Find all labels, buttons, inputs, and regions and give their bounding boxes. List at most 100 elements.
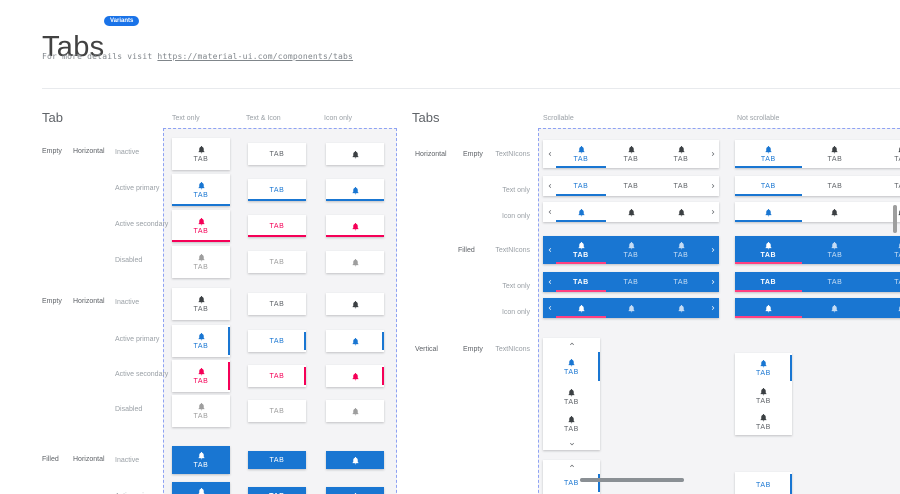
tab[interactable]	[802, 202, 869, 222]
tab[interactable]: TAB	[735, 409, 792, 435]
tab[interactable]	[735, 298, 802, 318]
tab[interactable]: TAB	[172, 138, 230, 170]
scroll-right-button[interactable]	[706, 298, 719, 318]
tab[interactable]: TAB	[543, 350, 600, 383]
tab[interactable]: TAB	[248, 487, 306, 494]
tab[interactable]: TAB	[606, 176, 656, 196]
tab[interactable]: TAB	[248, 293, 306, 315]
tab[interactable]: TAB	[172, 325, 230, 357]
scroll-up-button[interactable]	[565, 338, 578, 350]
scroll-left-button[interactable]	[543, 298, 556, 318]
tab[interactable]: TAB	[543, 411, 600, 439]
tab[interactable]: TAB	[172, 246, 230, 278]
tab[interactable]: TAB	[248, 330, 306, 352]
tab[interactable]	[326, 215, 384, 237]
bell-icon	[197, 332, 206, 341]
tab[interactable]: TAB	[868, 236, 900, 264]
scroll-left-button[interactable]	[543, 176, 556, 196]
tab[interactable]: TAB	[868, 176, 900, 196]
tab[interactable]: TAB	[735, 272, 802, 292]
tab[interactable]	[868, 298, 900, 318]
tab[interactable]	[326, 293, 384, 315]
tab[interactable]: TAB	[656, 272, 706, 292]
scroll-left-button[interactable]	[543, 236, 556, 264]
tab[interactable]	[556, 202, 606, 222]
tab-label: TAB	[270, 223, 285, 230]
tab[interactable]: TAB	[172, 174, 230, 206]
scroll-left-button[interactable]	[543, 202, 556, 222]
tab[interactable]	[735, 202, 802, 222]
scroll-left-button[interactable]	[543, 272, 556, 292]
scroll-right-button[interactable]	[706, 140, 719, 168]
tab[interactable]: TAB	[606, 236, 656, 264]
scroll-right-button[interactable]	[706, 176, 719, 196]
tab[interactable]	[326, 143, 384, 165]
tab[interactable]: TAB	[556, 140, 606, 168]
tab[interactable]	[606, 298, 656, 318]
tab[interactable]: TAB	[735, 236, 802, 264]
scroll-down-button[interactable]	[565, 438, 578, 450]
tab[interactable]: TAB	[556, 236, 606, 264]
tab[interactable]: TAB	[802, 272, 869, 292]
tab[interactable]: TAB	[172, 210, 230, 242]
tab[interactable]: TAB	[248, 143, 306, 165]
tab[interactable]: TAB	[656, 176, 706, 196]
tab[interactable]: TAB	[556, 272, 606, 292]
tab[interactable]: TAB	[868, 140, 900, 168]
tab[interactable]	[326, 330, 384, 352]
tab[interactable]	[326, 365, 384, 387]
docs-link[interactable]: https://material-ui.com/components/tabs	[157, 52, 353, 61]
tab[interactable]: TAB	[656, 236, 706, 264]
tab[interactable]: TAB	[248, 179, 306, 201]
tab[interactable]: TAB	[543, 383, 600, 411]
tab[interactable]: TAB	[172, 288, 230, 320]
tab[interactable]	[802, 298, 869, 318]
tab[interactable]	[326, 179, 384, 201]
tab[interactable]	[556, 298, 606, 318]
tab[interactable]	[326, 251, 384, 273]
tab[interactable]: TAB	[606, 272, 656, 292]
scroll-up-button[interactable]	[565, 460, 578, 472]
tab[interactable]: TAB	[735, 353, 792, 383]
tab[interactable]: TAB	[606, 140, 656, 168]
tab[interactable]: TAB	[802, 236, 869, 264]
tab[interactable]: TAB	[868, 272, 900, 292]
tab[interactable]: TAB	[735, 472, 792, 494]
tab[interactable]: TAB	[735, 383, 792, 409]
tab[interactable]	[326, 487, 384, 494]
state-label: Icon only	[470, 309, 530, 316]
tab[interactable]: TAB	[172, 395, 230, 427]
state-label: Inactive	[115, 457, 139, 464]
tab[interactable]: TAB	[172, 482, 230, 494]
bell-icon	[197, 181, 206, 190]
state-label: Active primary	[115, 185, 159, 192]
tab[interactable]	[656, 298, 706, 318]
tab[interactable]	[326, 400, 384, 422]
scroll-right-button[interactable]	[706, 202, 719, 222]
tab[interactable]	[606, 202, 656, 222]
scroll-right-button[interactable]	[706, 236, 719, 264]
tab[interactable]	[326, 451, 384, 469]
tab[interactable]	[656, 202, 706, 222]
scroll-left-button[interactable]	[543, 140, 556, 168]
tab[interactable]: TAB	[172, 360, 230, 392]
tab[interactable]: TAB	[172, 446, 230, 474]
bell-icon	[764, 304, 773, 313]
tab[interactable]: TAB	[735, 176, 802, 196]
vertical-scrollbar-thumb[interactable]	[893, 205, 897, 233]
tab[interactable]: TAB	[802, 176, 869, 196]
tab[interactable]: TAB	[248, 215, 306, 237]
horizontal-scrollbar-thumb[interactable]	[580, 478, 684, 482]
tab[interactable]: TAB	[556, 176, 606, 196]
tab[interactable]: TAB	[248, 400, 306, 422]
tab[interactable]: TAB	[543, 472, 600, 494]
tab[interactable]: TAB	[248, 451, 306, 469]
scroll-right-button[interactable]	[706, 272, 719, 292]
tab[interactable]: TAB	[248, 251, 306, 273]
tab[interactable]: TAB	[735, 140, 802, 168]
tab-label: TAB	[270, 187, 285, 194]
tab[interactable]: TAB	[802, 140, 869, 168]
chevron-right-icon	[709, 246, 717, 254]
tab[interactable]: TAB	[248, 365, 306, 387]
tab[interactable]: TAB	[656, 140, 706, 168]
